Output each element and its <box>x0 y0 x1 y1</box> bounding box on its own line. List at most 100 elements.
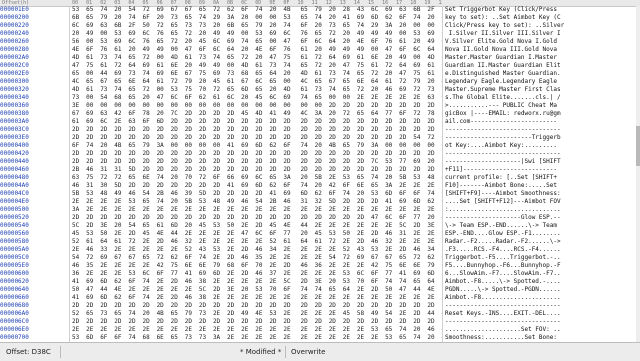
byte-cell[interactable]: 00 <box>142 102 156 109</box>
byte-cell[interactable]: 3E <box>427 222 441 229</box>
byte-cell[interactable]: 46 <box>171 238 185 245</box>
byte-cell[interactable]: 20 <box>114 14 128 21</box>
byte-cell[interactable]: 2E <box>301 254 315 261</box>
byte-cell[interactable]: 2D <box>100 302 114 309</box>
byte-cell[interactable]: 65 <box>128 54 142 61</box>
byte-cell[interactable]: 65 <box>371 182 385 189</box>
byte-cell[interactable]: 6D <box>86 334 100 341</box>
byte-cell[interactable]: 53 <box>86 230 100 237</box>
byte-cell[interactable]: 2E <box>357 222 371 229</box>
byte-cell[interactable]: 4E <box>255 46 269 53</box>
byte-cell[interactable]: 2D <box>114 150 128 157</box>
byte-cell[interactable]: 2E <box>227 206 241 213</box>
byte-cell[interactable]: 2E <box>371 334 385 341</box>
hex-row[interactable]: 000005A0 2E 46 33 2E 2E 2E 2E 2E 52 43 53 2E 2D 46 34 2E… <box>0 246 636 253</box>
byte-cell[interactable]: 77 <box>385 110 399 117</box>
byte-cell[interactable]: 2D <box>213 126 227 133</box>
byte-cell[interactable]: 54 <box>255 198 269 205</box>
row-ascii[interactable]: Master.Master Guardian I.Master <box>445 54 635 61</box>
byte-cell[interactable]: 3A <box>371 142 385 149</box>
byte-cell[interactable]: 2D <box>213 166 227 173</box>
byte-cell[interactable]: 72 <box>357 86 371 93</box>
byte-cell[interactable]: 00 <box>385 142 399 149</box>
byte-cell[interactable]: 6B <box>114 22 128 29</box>
byte-cell[interactable]: 2D <box>72 150 86 157</box>
byte-cell[interactable]: 2D <box>343 302 357 309</box>
byte-cell[interactable]: 2D <box>227 302 241 309</box>
byte-cell[interactable]: 6C <box>283 30 297 37</box>
row-ascii[interactable]: F10]-------Aimbot Bone:.....Set <box>445 182 635 189</box>
byte-cell[interactable]: 44 <box>171 230 185 237</box>
byte-cell[interactable]: 4D <box>171 54 185 61</box>
byte-cell[interactable]: 2D <box>227 118 241 125</box>
row-bytes[interactable]: 2D 2D 2D 2D 2D 2D 2D 2D 2D 2D 2D 2D 2D 2D 2D 2D 2D 2D 2D 2D… <box>72 158 442 165</box>
byte-cell[interactable]: 00 <box>315 102 329 109</box>
row-bytes[interactable]: 2D 2D 2D 2D 2D 2D 2D 2D 2D 2D 2D 2D 2D 2D 2D 2D 2D 2D 2D 2D… <box>72 318 442 325</box>
byte-cell[interactable]: 00 <box>227 102 241 109</box>
byte-cell[interactable]: 69 <box>283 190 297 197</box>
byte-cell[interactable]: 2D <box>241 134 255 141</box>
byte-cell[interactable]: 20 <box>114 6 128 13</box>
byte-cell[interactable]: 00 <box>255 14 269 21</box>
byte-cell[interactable]: 2E <box>241 326 255 333</box>
byte-cell[interactable]: 2D <box>100 318 114 325</box>
byte-cell[interactable]: 2E <box>142 262 156 269</box>
row-ascii[interactable]: Legendary Eagle.Legendary Eagle <box>445 78 635 85</box>
byte-cell[interactable]: 74 <box>329 86 343 93</box>
byte-cell[interactable]: 00 <box>241 30 255 37</box>
hex-row[interactable]: 000002A0 4D 61 73 74 65 72 00 4D 61 73 74 65 72 20 47 75… <box>0 54 636 61</box>
byte-cell[interactable]: 54 <box>72 254 86 261</box>
byte-cell[interactable]: 2D <box>385 126 399 133</box>
byte-cell[interactable]: 65 <box>171 310 185 317</box>
byte-cell[interactable]: 2E <box>413 206 427 213</box>
byte-cell[interactable]: 00 <box>269 14 283 21</box>
byte-cell[interactable]: 74 <box>128 310 142 317</box>
byte-cell[interactable]: 45 <box>72 230 86 237</box>
byte-cell[interactable]: 31 <box>301 198 315 205</box>
byte-cell[interactable]: 20 <box>142 94 156 101</box>
byte-cell[interactable]: 46 <box>301 262 315 269</box>
byte-cell[interactable]: 2E <box>269 262 283 269</box>
byte-cell[interactable]: 2D <box>385 302 399 309</box>
byte-cell[interactable]: 65 <box>185 14 199 21</box>
byte-cell[interactable]: 64 <box>100 238 114 245</box>
byte-cell[interactable]: 6C <box>413 46 427 53</box>
byte-cell[interactable]: 2D <box>269 214 283 221</box>
byte-cell[interactable]: 43 <box>357 6 371 13</box>
byte-cell[interactable]: 72 <box>213 86 227 93</box>
byte-cell[interactable]: 2D <box>371 302 385 309</box>
byte-cell[interactable]: 74 <box>301 94 315 101</box>
hex-row[interactable]: 00000600 36 2E 2E 2E 53 6C 6F 77 41 69 6D 2E 2D 46 37 2E… <box>0 270 636 277</box>
byte-cell[interactable]: 65 <box>301 6 315 13</box>
byte-cell[interactable]: 47 <box>399 286 413 293</box>
byte-cell[interactable]: 41 <box>343 14 357 21</box>
byte-cell[interactable]: 20 <box>315 22 329 29</box>
byte-cell[interactable]: 2D <box>213 286 227 293</box>
byte-cell[interactable]: 2E <box>399 94 413 101</box>
byte-cell[interactable]: 2D <box>413 102 427 109</box>
byte-cell[interactable]: 2D <box>171 118 185 125</box>
byte-cell[interactable]: 2D <box>357 126 371 133</box>
byte-cell[interactable]: 2D <box>329 318 343 325</box>
byte-cell[interactable]: 72 <box>329 238 343 245</box>
hex-row[interactable]: 00000480 63 75 72 72 65 6E 74 20 70 72 6F 66 69 6C 65 3A… <box>0 174 636 181</box>
byte-cell[interactable]: 20 <box>385 174 399 181</box>
byte-cell[interactable]: 2D <box>413 166 427 173</box>
byte-cell[interactable]: 2E <box>128 286 142 293</box>
byte-cell[interactable]: 65 <box>128 86 142 93</box>
byte-cell[interactable]: 3E <box>227 286 241 293</box>
byte-cell[interactable]: 2D <box>241 126 255 133</box>
byte-cell[interactable]: 68 <box>142 334 156 341</box>
byte-cell[interactable]: 6C <box>255 78 269 85</box>
byte-cell[interactable]: 2E <box>269 278 283 285</box>
byte-cell[interactable]: 74 <box>199 14 213 21</box>
byte-cell[interactable]: 2E <box>100 198 114 205</box>
byte-cell[interactable]: 2E <box>199 230 213 237</box>
byte-cell[interactable]: 61 <box>157 62 171 69</box>
byte-cell[interactable]: 46 <box>255 246 269 253</box>
byte-cell[interactable]: 2D <box>86 222 100 229</box>
byte-cell[interactable]: 30 <box>100 182 114 189</box>
row-bytes[interactable]: 56 00 53 69 6C 76 65 72 20 45 6C 69 74 65 00 47 6F 6C 64 20… <box>72 38 442 45</box>
byte-cell[interactable]: 77 <box>171 270 185 277</box>
byte-cell[interactable]: 6E <box>185 262 199 269</box>
